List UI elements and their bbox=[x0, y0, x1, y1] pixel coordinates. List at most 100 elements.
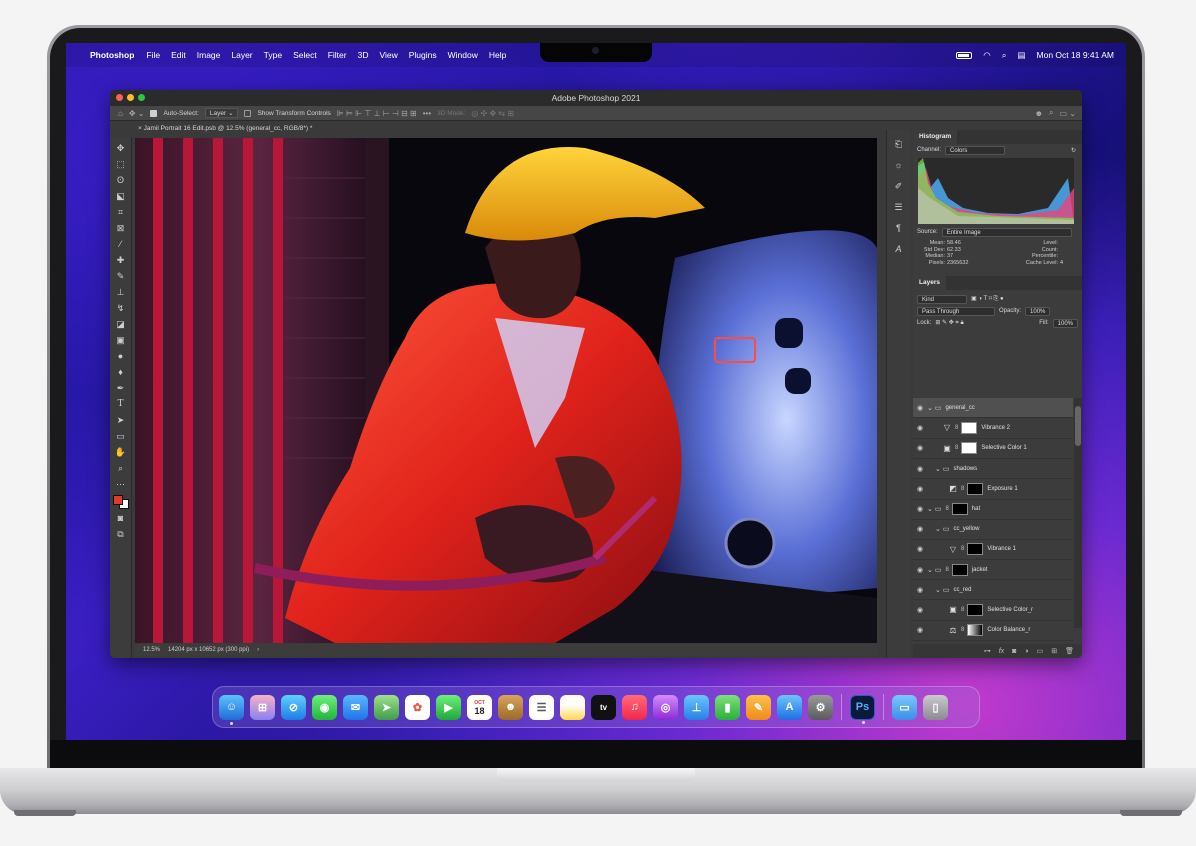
layer-row[interactable]: ◉ ⌄ ▭ 8 hat bbox=[913, 500, 1073, 520]
visibility-eye-icon[interactable]: ◉ bbox=[913, 545, 927, 553]
visibility-eye-icon[interactable]: ◉ bbox=[913, 626, 927, 634]
layer-row[interactable]: ◉ ◩ 8 Exposure 1 bbox=[913, 479, 1073, 500]
window-titlebar[interactable]: Adobe Photoshop 2021 bbox=[110, 90, 1082, 106]
menu-clock[interactable]: Mon Oct 18 9:41 AM bbox=[1037, 50, 1114, 60]
visibility-eye-icon[interactable]: ◉ bbox=[913, 606, 927, 614]
layer-row[interactable]: ◉ ⌄ ▭ 8 jacket bbox=[913, 560, 1073, 580]
menu-app-name[interactable]: Photoshop bbox=[90, 50, 134, 60]
move-tool-icon[interactable]: ✥ bbox=[114, 141, 128, 155]
visibility-eye-icon[interactable]: ◉ bbox=[913, 525, 927, 533]
quick-mask-icon[interactable]: ◙ bbox=[114, 511, 128, 525]
layer-row[interactable]: ◉ ⌄ ▭ general_cc bbox=[913, 398, 1073, 418]
pages-icon[interactable]: ✎ bbox=[746, 694, 771, 720]
menu-3d[interactable]: 3D bbox=[358, 50, 369, 60]
fill-field[interactable]: 100% bbox=[1052, 318, 1078, 328]
menu-view[interactable]: View bbox=[379, 50, 397, 60]
menu-window[interactable]: Window bbox=[448, 50, 478, 60]
crop-tool-icon[interactable]: ⌗ bbox=[114, 205, 128, 219]
menu-type[interactable]: Type bbox=[264, 50, 282, 60]
refresh-histogram-icon[interactable]: ↻ bbox=[1071, 147, 1076, 154]
lasso-tool-icon[interactable]: ʘ bbox=[114, 173, 128, 187]
visibility-eye-icon[interactable]: ◉ bbox=[913, 586, 927, 594]
delete-layer-icon[interactable]: 🗑︎ bbox=[1065, 647, 1074, 655]
gradient-tool-icon[interactable]: ▣ bbox=[114, 333, 128, 347]
new-layer-icon[interactable]: ⊞ bbox=[1051, 647, 1057, 655]
history-panel-icon[interactable]: ⎗ bbox=[892, 137, 906, 151]
foreground-color-swatch[interactable] bbox=[112, 495, 123, 505]
marquee-tool-icon[interactable]: ⬚ bbox=[114, 157, 128, 171]
lock-icons[interactable]: ⊞ ✎ ✥ ⌗ 🔒︎ bbox=[935, 319, 963, 327]
status-chevron-icon[interactable]: › bbox=[257, 647, 259, 653]
layer-row[interactable]: ◉ ⌄ ▭ cc_yellow bbox=[913, 520, 1073, 540]
color-swatches[interactable] bbox=[112, 495, 129, 509]
numbers-icon[interactable]: ▮ bbox=[715, 694, 740, 720]
visibility-eye-icon[interactable]: ◉ bbox=[913, 424, 927, 432]
brush-tool-icon[interactable]: ✎ bbox=[114, 269, 128, 283]
search-icon[interactable]: ⌕ bbox=[1049, 108, 1053, 118]
type-tool-icon[interactable]: T bbox=[114, 397, 128, 411]
spotlight-search-icon[interactable]: ⌕ bbox=[1002, 50, 1007, 61]
layers-scrollbar[interactable] bbox=[1074, 398, 1082, 628]
align-buttons-icon[interactable]: ⊫ ⊨ ⊩ ⊤ ⊥ ⊢ ⊣ ⊟ ⊞ bbox=[337, 109, 417, 118]
menu-edit[interactable]: Edit bbox=[171, 50, 186, 60]
contacts-icon[interactable]: ☻ bbox=[498, 694, 523, 720]
launchpad-icon[interactable]: ⊞ bbox=[250, 694, 275, 720]
photos-icon[interactable]: ✿ bbox=[405, 694, 430, 720]
eraser-tool-icon[interactable]: ◪ bbox=[114, 317, 128, 331]
document-canvas[interactable] bbox=[135, 138, 877, 643]
brushes-panel-icon[interactable]: ✐ bbox=[892, 179, 906, 193]
apple-tv-icon[interactable]: tv bbox=[591, 694, 616, 720]
layer-filter-icons[interactable]: ▣ ◑ T ⌑ ⎘ ● bbox=[971, 295, 1004, 303]
dodge-tool-icon[interactable]: ♦ bbox=[114, 365, 128, 379]
3d-mode-icons[interactable]: ◎ ✣ ✥ ⇆ ⊞ bbox=[471, 109, 514, 118]
reminders-icon[interactable]: ☰ bbox=[529, 694, 554, 720]
properties-panel-icon[interactable]: ☰ bbox=[892, 200, 906, 214]
filter-kind-dropdown[interactable]: Kind bbox=[917, 294, 967, 304]
document-tab[interactable]: × Jamil Portrait 16 Edit.psb @ 12.5% (ge… bbox=[132, 123, 319, 134]
layer-row[interactable]: ◉ ▣ 8 Selective Color_r bbox=[913, 600, 1073, 621]
maps-icon[interactable]: ➤ bbox=[374, 694, 399, 720]
object-select-tool-icon[interactable]: ⬕ bbox=[114, 189, 128, 203]
keynote-icon[interactable]: ⊥ bbox=[684, 694, 709, 720]
visibility-eye-icon[interactable]: ◉ bbox=[913, 485, 927, 493]
messages-icon[interactable]: ◉ bbox=[312, 694, 337, 720]
battery-icon[interactable] bbox=[956, 51, 973, 59]
zoom-level[interactable]: 12.5% bbox=[143, 647, 160, 653]
auto-select-checkbox[interactable] bbox=[150, 109, 158, 117]
edit-toolbar-icon[interactable]: ⋯ bbox=[114, 477, 128, 491]
visibility-eye-icon[interactable]: ◉ bbox=[913, 505, 927, 513]
opacity-field[interactable]: 100% bbox=[1025, 306, 1051, 316]
visibility-eye-icon[interactable]: ◉ bbox=[913, 566, 927, 574]
new-group-icon[interactable]: ▭ bbox=[1037, 647, 1044, 655]
source-dropdown[interactable]: Entire Image bbox=[941, 227, 1072, 237]
system-preferences-icon[interactable]: ⚙ bbox=[808, 694, 833, 720]
layer-row[interactable]: ◉ ⚖ 8 Color Balance_r bbox=[913, 621, 1073, 641]
calendar-icon[interactable]: OCT 18 bbox=[467, 694, 492, 720]
stamp-tool-icon[interactable]: ⊥ bbox=[114, 285, 128, 299]
character-panel-icon[interactable]: A bbox=[892, 242, 906, 256]
minimize-window-button[interactable] bbox=[127, 94, 134, 101]
layer-row[interactable]: ◉ ▽ 8 Vibrance 1 bbox=[913, 540, 1073, 560]
zoom-tool-icon[interactable]: ⌕ bbox=[114, 461, 128, 475]
control-center-icon[interactable]: ▤ bbox=[1017, 50, 1025, 61]
notes-icon[interactable] bbox=[560, 694, 585, 720]
healing-brush-icon[interactable]: ✚ bbox=[114, 253, 128, 267]
frame-tool-icon[interactable]: ⊠ bbox=[114, 221, 128, 235]
photoshop-dock-icon[interactable]: Ps bbox=[850, 694, 875, 724]
mail-icon[interactable]: ✉ bbox=[343, 694, 368, 720]
new-adjustment-icon[interactable]: ◑ bbox=[1024, 648, 1028, 655]
history-brush-icon[interactable]: ↯ bbox=[114, 301, 128, 315]
app-store-icon[interactable]: A bbox=[777, 694, 802, 720]
menu-file[interactable]: File bbox=[146, 50, 160, 60]
adjustments-panel-icon[interactable]: ☼ bbox=[892, 158, 906, 172]
menu-select[interactable]: Select bbox=[293, 50, 317, 60]
menu-layer[interactable]: Layer bbox=[231, 50, 252, 60]
eyedropper-tool-icon[interactable]: ⁄ bbox=[114, 237, 128, 251]
path-select-tool-icon[interactable]: ➤ bbox=[114, 413, 128, 427]
move-tool-preset-icon[interactable]: ✥ ⌄ bbox=[129, 109, 145, 118]
home-icon[interactable]: ⌂ bbox=[118, 109, 123, 118]
layer-row[interactable]: ◉ ▣ 8 Selective Color 1 bbox=[913, 439, 1073, 459]
more-options-icon[interactable]: ••• bbox=[423, 109, 431, 118]
close-window-button[interactable] bbox=[116, 94, 123, 101]
blend-mode-dropdown[interactable]: Pass Through bbox=[917, 306, 995, 316]
